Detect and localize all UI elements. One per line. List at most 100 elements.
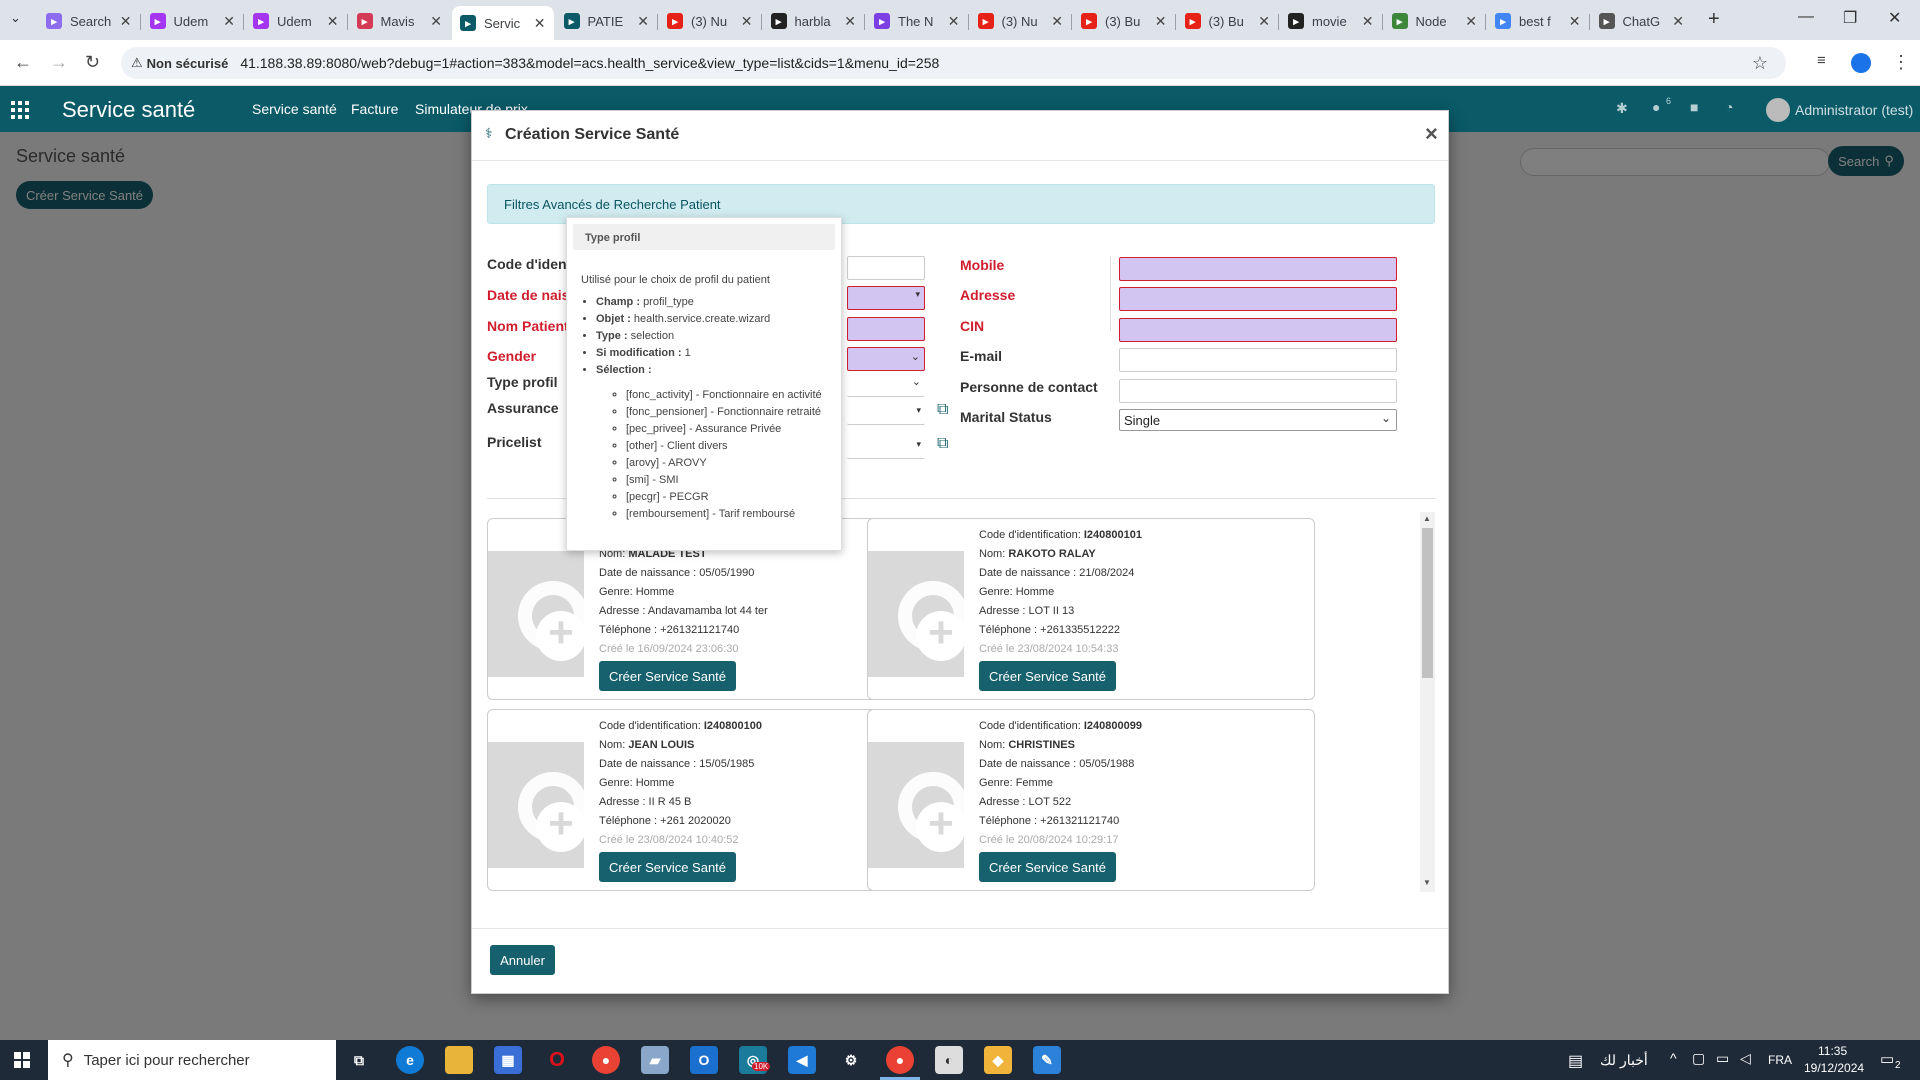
windows-start-icon[interactable]: [14, 1052, 30, 1068]
create-service-button[interactable]: Créer Service Santé: [979, 852, 1116, 882]
tab-close-icon[interactable]: ✕: [430, 13, 442, 30]
cancel-button[interactable]: Annuler: [490, 945, 555, 975]
browser-tab[interactable]: ▸ ChatG ✕: [1591, 6, 1693, 36]
patient-list[interactable]: +Code d'identification: Nom: MALADE TEST…: [487, 512, 1435, 892]
menu-facture[interactable]: Facture: [351, 101, 398, 117]
browser-tab[interactable]: ▸ (3) Bu ✕: [1073, 6, 1175, 36]
news-label[interactable]: أخبار لك: [1600, 1052, 1648, 1069]
email-input[interactable]: [1119, 348, 1397, 372]
new-tab-button[interactable]: +: [1708, 8, 1720, 31]
tab-close-icon[interactable]: ✕: [1672, 13, 1684, 30]
app-icon-misc[interactable]: ◐: [935, 1046, 963, 1074]
create-service-button[interactable]: Créer Service Santé: [979, 661, 1116, 691]
scrollbar[interactable]: ▲ ▼: [1420, 512, 1435, 892]
create-service-button[interactable]: Créer Service Santé: [599, 661, 736, 691]
tab-close-icon[interactable]: ✕: [1051, 13, 1063, 30]
tab-close-icon[interactable]: ✕: [1155, 13, 1167, 30]
tab-close-icon[interactable]: ✕: [534, 15, 546, 32]
file-explorer-icon[interactable]: [445, 1046, 473, 1074]
patient-card[interactable]: + Code d'identification: I240800099 Nom: C…: [867, 709, 1315, 891]
outlook-icon[interactable]: O: [690, 1046, 718, 1074]
tab-close-icon[interactable]: ✕: [1258, 13, 1270, 30]
task-view-icon[interactable]: ⧉: [345, 1046, 373, 1074]
menu-service-sante[interactable]: Service santé: [252, 101, 337, 117]
personne-contact-input[interactable]: [1119, 379, 1397, 403]
scroll-thumb[interactable]: [1422, 528, 1433, 678]
browser-tab[interactable]: ▸ PATIE ✕: [556, 6, 658, 36]
tab-close-icon[interactable]: ✕: [637, 13, 649, 30]
vscode-icon[interactable]: ◀: [788, 1046, 816, 1074]
browser-tab[interactable]: ▸ harbla ✕: [763, 6, 865, 36]
forward-icon[interactable]: →: [50, 52, 68, 73]
clock-time[interactable]: 11:35: [1818, 1044, 1847, 1058]
window-close-button[interactable]: ✕: [1888, 8, 1901, 28]
browser-tab[interactable]: ▸ movie ✕: [1280, 6, 1382, 36]
browser-tab[interactable]: ▸ Udem ✕: [142, 6, 244, 36]
news-icon[interactable]: ▤: [1568, 1051, 1583, 1071]
tab-close-icon[interactable]: ✕: [1362, 13, 1374, 30]
scroll-down-icon[interactable]: ▼: [1423, 878, 1431, 887]
patient-card[interactable]: + Code d'identification: I240800101 Nom: R…: [867, 518, 1315, 700]
gender-select[interactable]: ⌄: [847, 347, 925, 371]
notes-icon[interactable]: ▰: [641, 1046, 669, 1074]
pricelist-select[interactable]: ▾: [847, 435, 925, 459]
browser-tab[interactable]: ▸ (3) Nu ✕: [970, 6, 1072, 36]
assurance-external-link-icon[interactable]: ⧉: [937, 401, 948, 419]
language-label[interactable]: FRA: [1768, 1053, 1792, 1067]
tab-close-icon[interactable]: ✕: [223, 13, 235, 30]
browser-tab[interactable]: ▸ Node ✕: [1384, 6, 1486, 36]
pricelist-external-link-icon[interactable]: ⧉: [937, 435, 948, 453]
code-input[interactable]: [847, 256, 925, 280]
browser-menu-icon[interactable]: ⋮: [1892, 52, 1910, 73]
back-icon[interactable]: ←: [14, 52, 32, 73]
video-icon[interactable]: ■: [1690, 99, 1698, 115]
user-avatar[interactable]: [1766, 98, 1790, 122]
network-icon[interactable]: ▭: [1716, 1050, 1729, 1067]
browser-tab[interactable]: ▸ (3) Nu ✕: [659, 6, 761, 36]
assurance-select[interactable]: ▾: [847, 401, 925, 425]
cin-input[interactable]: [1119, 318, 1397, 342]
clock-icon[interactable]: ◔: [1725, 99, 1733, 115]
store-icon[interactable]: ▦: [494, 1046, 522, 1074]
tray-camera-icon[interactable]: ▢: [1692, 1050, 1705, 1067]
opera-icon[interactable]: O: [543, 1046, 571, 1074]
chrome-active-icon[interactable]: ●: [886, 1046, 914, 1074]
browser-tab[interactable]: ▸ Search ✕: [38, 6, 140, 36]
tab-close-icon[interactable]: ✕: [948, 13, 960, 30]
browser-tab[interactable]: ▸ (3) Bu ✕: [1177, 6, 1279, 36]
create-service-button[interactable]: Créer Service Santé: [599, 852, 736, 882]
browser-tab[interactable]: ▸ Udem ✕: [245, 6, 347, 36]
adresse-input[interactable]: [1119, 287, 1397, 311]
scroll-up-icon[interactable]: ▲: [1423, 514, 1431, 523]
apps-grid-icon[interactable]: [11, 101, 29, 119]
chat-icon[interactable]: ●: [1652, 99, 1660, 115]
paint-icon[interactable]: ✎: [1033, 1046, 1061, 1074]
chrome-icon[interactable]: ●: [592, 1046, 620, 1074]
browser-tab[interactable]: ▸ The N ✕: [866, 6, 968, 36]
volume-icon[interactable]: ◁: [1740, 1050, 1751, 1067]
type-profil-select[interactable]: ⌄: [847, 373, 925, 397]
app-title[interactable]: Service santé: [62, 97, 195, 123]
minimize-button[interactable]: —: [1798, 8, 1814, 26]
profile-avatar-icon[interactable]: [1851, 53, 1871, 73]
marital-status-select[interactable]: Single ⌄: [1119, 409, 1397, 431]
tab-close-icon[interactable]: ✕: [844, 13, 856, 30]
browser-tab[interactable]: ▸ best f ✕: [1487, 6, 1589, 36]
media-control-icon[interactable]: ≡: [1817, 52, 1826, 69]
modal-close-button[interactable]: ×: [1425, 121, 1438, 147]
tray-chevron-icon[interactable]: ^: [1670, 1050, 1677, 1066]
settings-icon[interactable]: ⚙: [837, 1046, 865, 1074]
notification-icon[interactable]: ▭: [1880, 1050, 1894, 1068]
git-icon[interactable]: ◆: [984, 1046, 1012, 1074]
browser-tab[interactable]: ▸ Mavis ✕: [349, 6, 451, 36]
tab-search-chevron-icon[interactable]: ⌄: [10, 10, 21, 26]
tab-close-icon[interactable]: ✕: [1569, 13, 1581, 30]
browser-tab[interactable]: ▸ Servic ✕: [452, 6, 554, 40]
edge-icon[interactable]: e: [396, 1046, 424, 1074]
clock-date[interactable]: 19/12/2024: [1804, 1061, 1864, 1075]
tab-close-icon[interactable]: ✕: [741, 13, 753, 30]
debug-bug-icon[interactable]: ✱: [1616, 100, 1628, 117]
bookmark-star-icon[interactable]: ☆: [1752, 53, 1768, 74]
restore-button[interactable]: ❐: [1843, 8, 1857, 28]
address-bar[interactable]: ⚠ Non sécurisé 41.188.38.89:8080/web?deb…: [121, 47, 1786, 79]
